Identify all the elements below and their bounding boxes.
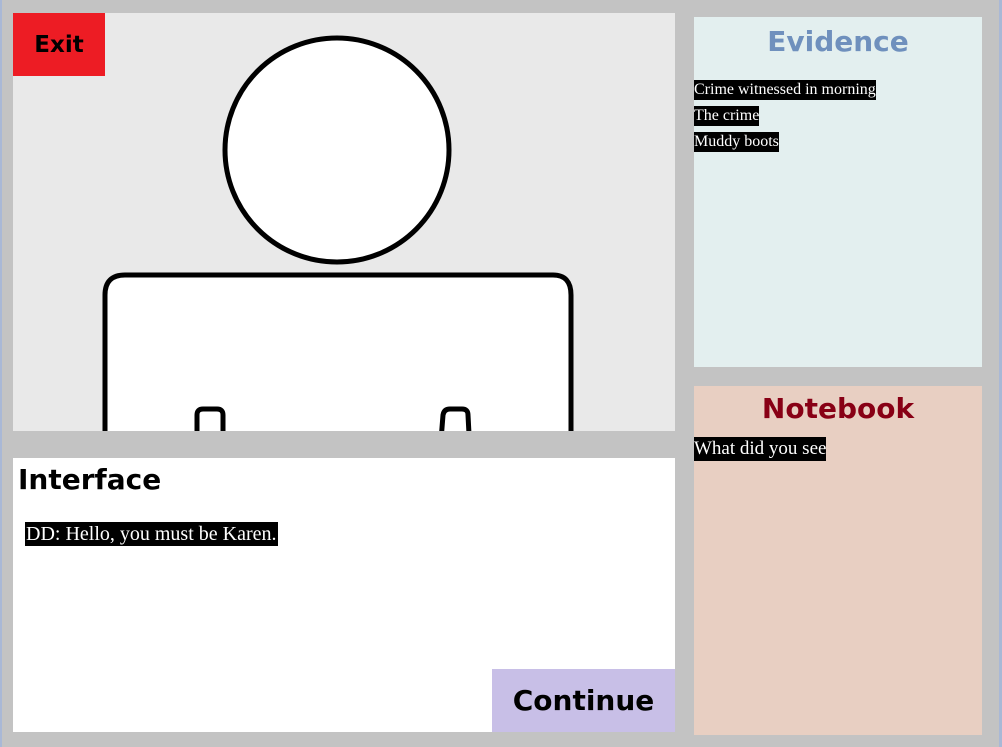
character-figure [102,35,574,431]
evidence-title: Evidence [767,25,909,58]
notebook-panel: Notebook What did you see [694,386,982,735]
character-left-hand [194,406,226,431]
evidence-item[interactable]: Muddy boots [694,132,779,152]
notebook-entry[interactable]: What did you see [694,437,827,461]
evidence-panel: Evidence Crime witnessed in morning The … [694,17,982,367]
interface-panel: Interface DD: Hello, you must be Karen. … [13,458,675,732]
interface-title: Interface [18,463,162,496]
window-border-left [0,0,2,747]
continue-button[interactable]: Continue [492,669,675,732]
evidence-item[interactable]: Crime witnessed in morning [694,80,876,100]
character-right-hand [439,406,472,431]
exit-button[interactable]: Exit [13,13,105,76]
dialogue-text: DD: Hello, you must be Karen. [25,522,278,546]
scene-panel: Exit [13,13,675,431]
character-body [102,272,574,431]
evidence-item[interactable]: The crime [694,106,760,126]
evidence-list: Crime witnessed in morning The crime Mud… [694,80,876,158]
character-head [222,35,452,265]
notebook-title: Notebook [761,392,915,425]
